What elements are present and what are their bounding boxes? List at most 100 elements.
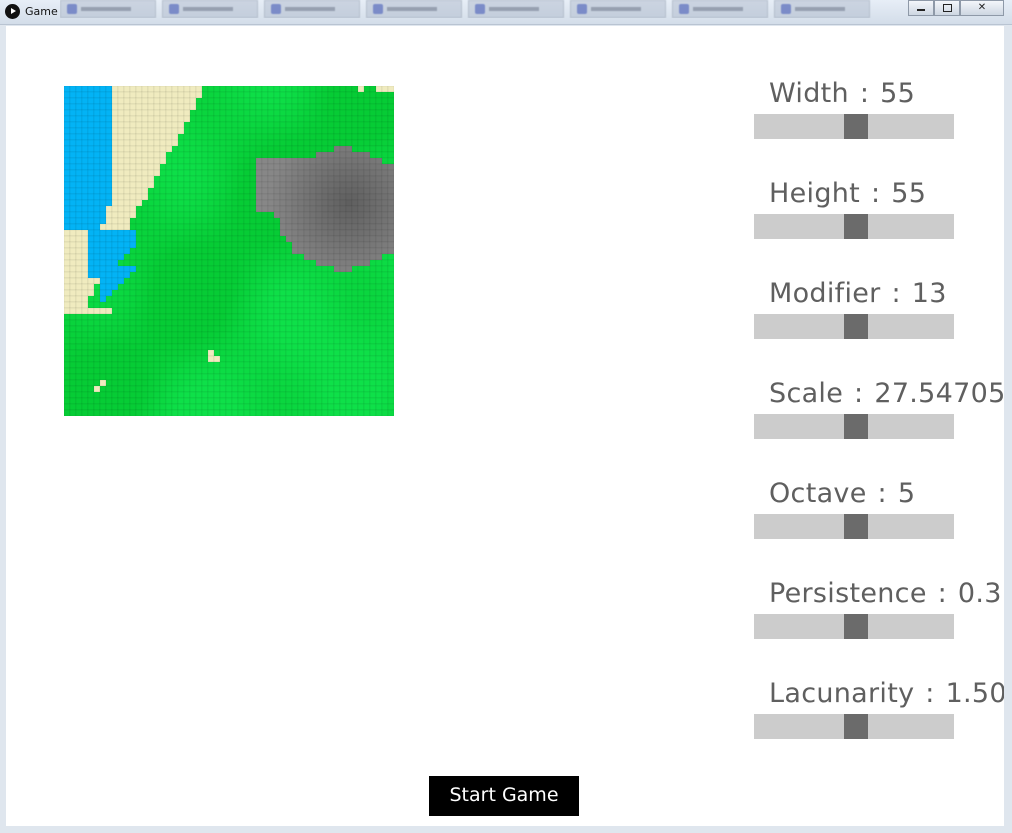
map-tile: [345, 139, 353, 147]
persistence-slider[interactable]: [754, 614, 954, 639]
map-tile: [375, 355, 383, 363]
slider-thumb[interactable]: [844, 714, 868, 739]
map-tile: [243, 283, 251, 291]
maximize-icon[interactable]: [934, 0, 960, 16]
minimize-icon[interactable]: [908, 0, 934, 16]
map-tile: [309, 277, 317, 285]
map-tile: [129, 127, 137, 135]
title-bar[interactable]: Game ✕: [0, 0, 1012, 25]
map-tile: [333, 331, 341, 339]
map-tile: [177, 397, 185, 405]
map-tile: [351, 235, 359, 243]
map-tile: [339, 139, 347, 147]
map-tile: [219, 133, 227, 141]
lacunarity-slider[interactable]: [754, 714, 954, 739]
map-tile: [201, 331, 209, 339]
map-tile: [171, 157, 179, 165]
map-tile: [129, 277, 137, 285]
slider-thumb[interactable]: [844, 614, 868, 639]
map-tile: [387, 397, 394, 405]
map-tile: [321, 259, 329, 267]
map-tile: [261, 151, 269, 159]
map-tile: [147, 205, 155, 213]
map-tile: [75, 175, 83, 183]
map-tile: [105, 349, 113, 357]
map-tile: [303, 121, 311, 129]
map-tile: [219, 259, 227, 267]
map-tile: [321, 151, 329, 159]
modifier-slider[interactable]: [754, 314, 954, 339]
map-tile: [81, 355, 89, 363]
map-tile: [147, 133, 155, 141]
width-slider[interactable]: [754, 114, 954, 139]
map-tile: [267, 313, 275, 321]
map-tile: [363, 103, 371, 111]
map-tile: [135, 175, 143, 183]
close-icon[interactable]: ✕: [960, 0, 1004, 16]
slider-thumb[interactable]: [844, 314, 868, 339]
map-tile: [213, 289, 221, 297]
map-tile: [165, 217, 173, 225]
map-tile: [207, 409, 215, 416]
map-tile: [375, 127, 383, 135]
map-tile: [285, 265, 293, 273]
map-tile: [315, 313, 323, 321]
map-tile: [165, 271, 173, 279]
map-tile: [225, 343, 233, 351]
map-tile: [297, 145, 305, 153]
map-tile: [201, 379, 209, 387]
map-tile: [231, 193, 239, 201]
map-tile: [141, 115, 149, 123]
map-tile: [93, 391, 101, 399]
map-tile: [195, 325, 203, 333]
map-tile: [291, 157, 299, 165]
map-tile: [279, 127, 287, 135]
map-tile: [327, 217, 335, 225]
map-tile: [69, 349, 77, 357]
map-tile: [285, 217, 293, 225]
map-tile: [189, 205, 197, 213]
map-tile: [363, 337, 371, 345]
param-octave: Octave : 5: [769, 479, 915, 509]
map-tile: [201, 355, 209, 363]
map-tile: [225, 355, 233, 363]
octave-slider[interactable]: [754, 514, 954, 539]
map-tile: [153, 229, 161, 237]
map-tile: [141, 229, 149, 237]
height-slider[interactable]: [754, 214, 954, 239]
map-tile: [255, 145, 263, 153]
map-tile: [183, 133, 191, 141]
map-tile: [303, 163, 311, 171]
map-tile: [297, 307, 305, 315]
map-tile: [177, 253, 185, 261]
map-tile: [375, 91, 383, 99]
map-tile: [375, 307, 383, 315]
map-tile: [375, 109, 383, 117]
slider-thumb[interactable]: [844, 514, 868, 539]
map-tile: [129, 247, 137, 255]
map-tile: [129, 325, 137, 333]
map-tile: [105, 379, 113, 387]
map-tile: [309, 355, 317, 363]
map-tile: [321, 115, 329, 123]
map-tile: [129, 145, 137, 153]
map-tile: [93, 205, 101, 213]
slider-thumb[interactable]: [844, 214, 868, 239]
map-tile: [255, 91, 263, 99]
map-tile: [171, 403, 179, 411]
map-tile: [363, 133, 371, 141]
slider-thumb[interactable]: [844, 414, 868, 439]
map-tile: [381, 355, 389, 363]
scale-slider[interactable]: [754, 414, 954, 439]
map-tile: [351, 199, 359, 207]
map-tile: [273, 295, 281, 303]
map-tile: [177, 265, 185, 273]
map-tile: [165, 133, 173, 141]
start-game-button[interactable]: Start Game: [429, 776, 579, 816]
map-tile: [177, 331, 185, 339]
map-tile: [357, 265, 365, 273]
map-tile: [387, 91, 394, 99]
slider-thumb[interactable]: [844, 114, 868, 139]
map-tile: [195, 169, 203, 177]
map-tile: [327, 325, 335, 333]
